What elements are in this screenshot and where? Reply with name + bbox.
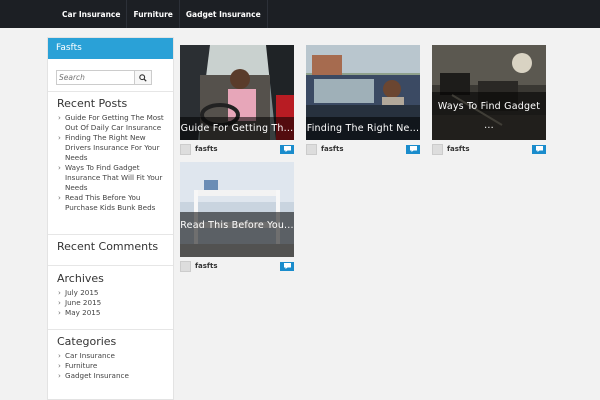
avatar-icon — [180, 143, 191, 155]
sidebar: Fasfts Recent Posts Guide For Getting Th… — [47, 37, 174, 400]
post-meta: fasfts — [180, 259, 294, 273]
category-link[interactable]: Gadget Insurance — [57, 371, 167, 381]
post-thumbnail[interactable]: Guide For Getting Th... — [180, 45, 294, 140]
post-thumbnail[interactable]: Ways To Find Gadget ... — [432, 45, 546, 140]
recent-comments-heading: Recent Comments — [57, 240, 159, 253]
top-navigation: Car Insurance Furniture Gadget Insurance — [0, 0, 600, 28]
post-meta: fasfts — [306, 142, 420, 156]
divider — [48, 234, 173, 235]
post-meta: fasfts — [180, 142, 294, 156]
nav-item-car-insurance[interactable]: Car Insurance — [56, 0, 128, 28]
comment-icon — [283, 146, 291, 152]
site-title[interactable]: Fasfts — [48, 38, 173, 59]
recent-comments-widget: Recent Comments — [48, 234, 173, 253]
post-card: Guide For Getting Th... fasfts — [180, 45, 294, 156]
search-icon — [139, 73, 147, 82]
comment-icon — [535, 146, 543, 152]
categories-heading: Categories — [57, 335, 117, 348]
post-author[interactable]: fasfts — [195, 262, 280, 270]
recent-posts-heading: Recent Posts — [57, 97, 128, 110]
avatar-icon — [180, 260, 191, 272]
post-card: Read This Before You... fasfts — [180, 162, 294, 273]
post-author[interactable]: fasfts — [195, 145, 280, 153]
comment-button[interactable] — [280, 144, 294, 154]
post-meta: fasfts — [432, 142, 546, 156]
archive-link[interactable]: May 2015 — [57, 308, 167, 318]
post-card: Finding The Right Ne... fasfts — [306, 45, 420, 156]
recent-posts-widget: Recent Posts Guide For Getting The Most … — [48, 91, 173, 213]
avatar-icon — [432, 143, 443, 155]
comment-icon — [409, 146, 417, 152]
comment-icon — [283, 263, 291, 269]
comment-button[interactable] — [280, 261, 294, 271]
post-thumbnail[interactable]: Finding The Right Ne... — [306, 45, 420, 140]
divider — [48, 91, 173, 92]
search-form — [56, 70, 152, 85]
divider — [48, 265, 173, 266]
nav-item-gadget-insurance[interactable]: Gadget Insurance — [180, 0, 268, 28]
divider — [48, 329, 173, 330]
post-title[interactable]: Ways To Find Gadget ... — [432, 92, 546, 140]
recent-post-link[interactable]: Read This Before You Purchase Kids Bunk … — [57, 193, 167, 213]
search-input[interactable] — [56, 70, 135, 85]
category-link[interactable]: Furniture — [57, 361, 167, 371]
comment-button[interactable] — [532, 144, 546, 154]
post-card: Ways To Find Gadget ... fasfts — [432, 45, 546, 156]
recent-post-link[interactable]: Guide For Getting The Most Out Of Daily … — [57, 113, 167, 133]
post-author[interactable]: fasfts — [447, 145, 532, 153]
post-title[interactable]: Finding The Right Ne... — [306, 117, 420, 140]
archives-widget: Archives July 2015 June 2015 May 2015 — [48, 265, 173, 318]
category-link[interactable]: Car Insurance — [57, 351, 167, 361]
post-thumbnail[interactable]: Read This Before You... — [180, 162, 294, 257]
archive-link[interactable]: July 2015 — [57, 288, 167, 298]
archive-link[interactable]: June 2015 — [57, 298, 167, 308]
post-author[interactable]: fasfts — [321, 145, 406, 153]
avatar-icon — [306, 143, 317, 155]
nav-item-furniture[interactable]: Furniture — [127, 0, 180, 28]
comment-button[interactable] — [406, 144, 420, 154]
archives-heading: Archives — [57, 272, 104, 285]
categories-widget: Categories Car Insurance Furniture Gadge… — [48, 329, 173, 381]
recent-post-link[interactable]: Ways To Find Gadget Insurance That Will … — [57, 163, 167, 193]
search-button[interactable] — [135, 70, 152, 85]
post-title[interactable]: Guide For Getting Th... — [180, 117, 294, 140]
recent-post-link[interactable]: Finding The Right New Drivers Insurance … — [57, 133, 167, 163]
post-title[interactable]: Read This Before You... — [180, 212, 294, 257]
